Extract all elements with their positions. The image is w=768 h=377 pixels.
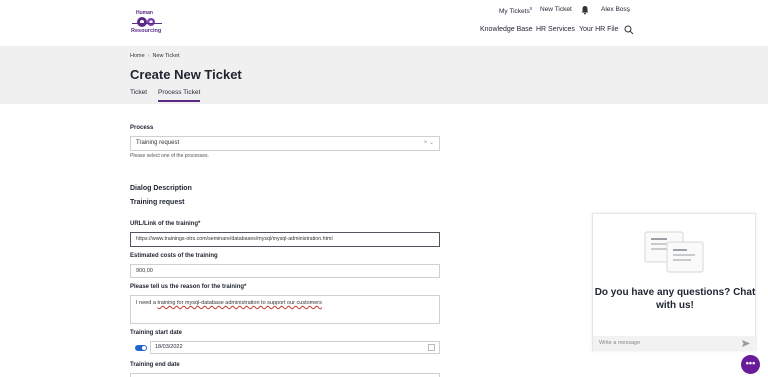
reason-label: Please tell us the reason for the traini… [130, 284, 247, 290]
start-date-input[interactable]: 18/03/2022 [150, 341, 440, 354]
url-input[interactable]: https://www.trainings-otrs.com/seminare/… [130, 232, 440, 247]
chat-bubbles-icon [644, 231, 704, 273]
company-logo[interactable]: Human Resourcing [130, 10, 164, 36]
costs-label: Estimated costs of the training [130, 253, 218, 259]
breadcrumb-current: New Ticket [152, 53, 180, 59]
my-tickets-label: My Tickets [499, 8, 530, 16]
header-band [0, 46, 768, 104]
costs-input[interactable]: 900,00 [130, 264, 440, 278]
top-bar: Human Resourcing My Tickets5 New Ticket … [0, 0, 768, 46]
tab-process-ticket[interactable]: Process Ticket [158, 89, 201, 102]
process-label: Process [130, 125, 154, 131]
new-ticket-link[interactable]: New Ticket [540, 6, 572, 13]
breadcrumb: Home › New Ticket [130, 53, 179, 59]
my-tickets-count: 5 [529, 6, 533, 11]
logo-top-text: Human [136, 10, 153, 16]
chat-launcher-button[interactable]: ••• [741, 355, 760, 374]
start-date-value: 18/03/2022 [155, 344, 183, 350]
chat-placeholder: Write a message [599, 340, 641, 346]
reason-text-prefix: I need a [136, 300, 158, 306]
bell-icon[interactable] [580, 5, 590, 15]
top-links: My Tickets5 New Ticket Alex Boss ⌄ [468, 6, 768, 18]
dialog-description-heading: Dialog Description [130, 185, 192, 192]
chat-message-input[interactable]: Write a message [593, 336, 757, 351]
url-label: URL/Link of the training* [130, 221, 201, 227]
logo-bottom-text: Resourcing [131, 28, 162, 34]
send-icon[interactable] [742, 340, 750, 347]
training-request-heading: Training request [130, 199, 185, 206]
start-date-toggle[interactable] [135, 345, 147, 351]
chat-title: Do you have any questions? Chat with us! [594, 287, 756, 311]
process-select[interactable]: Training request × ⌄ [130, 136, 440, 151]
search-icon[interactable] [624, 25, 634, 35]
reason-text-underlined: training for mysql-database administrati… [157, 300, 322, 306]
reason-textarea[interactable]: I need a training for mysql-database adm… [130, 295, 440, 324]
nav-hr-file[interactable]: Your HR File [579, 26, 618, 33]
end-date-input[interactable] [130, 373, 440, 377]
tab-ticket[interactable]: Ticket [130, 89, 147, 96]
nav-knowledge-base[interactable]: Knowledge Base [480, 26, 533, 33]
breadcrumb-home[interactable]: Home [130, 53, 145, 59]
calendar-icon[interactable] [428, 344, 435, 351]
process-helper: Please select one of the processes. [130, 153, 209, 159]
page-title: Create New Ticket [130, 67, 242, 82]
nav-hr-services[interactable]: HR Services [536, 26, 575, 33]
process-select-value: Training request [136, 140, 180, 146]
chat-panel: Do you have any questions? Chat with us!… [592, 213, 757, 351]
my-tickets-link[interactable]: My Tickets5 [499, 6, 532, 15]
start-date-label: Training start date [130, 330, 183, 336]
end-date-label: Training end date [130, 362, 180, 368]
clear-and-chevron-icons[interactable]: × ⌄ [424, 137, 434, 150]
main-nav: Knowledge Base HR Services Your HR File [468, 25, 768, 38]
chevron-right-icon: › [147, 53, 150, 59]
chevron-down-icon[interactable]: ⌄ [626, 7, 631, 14]
